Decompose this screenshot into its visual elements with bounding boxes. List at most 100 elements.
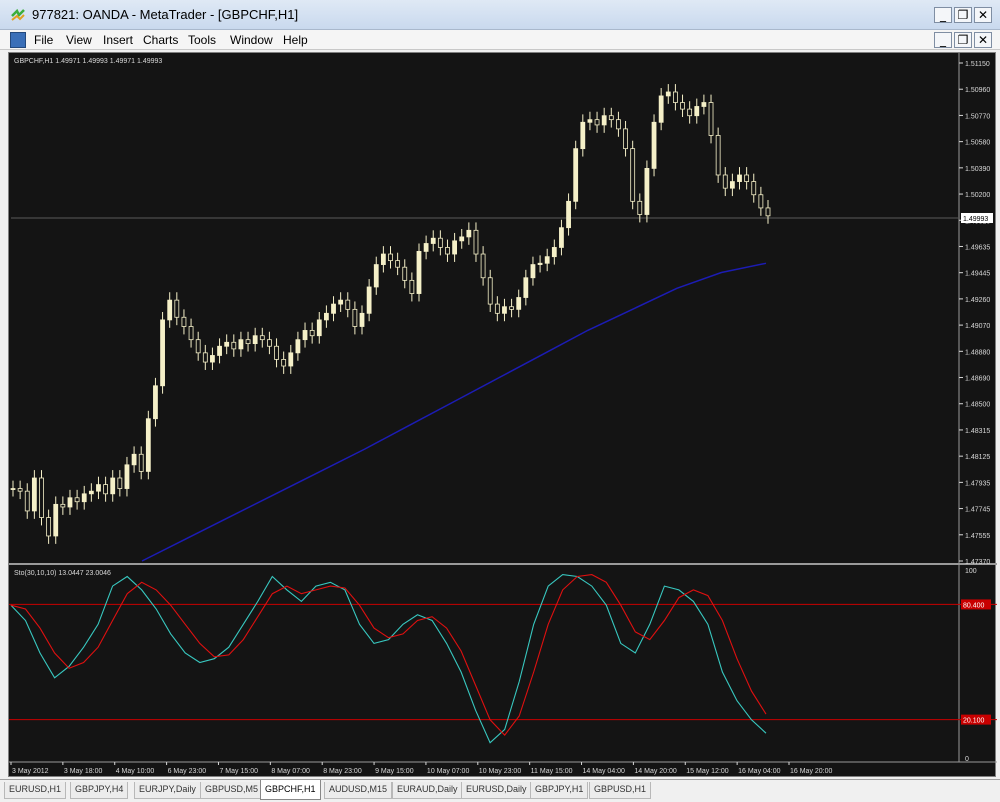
price-candle-body [665, 91, 671, 97]
price-tick-label: 1.48880 [965, 349, 990, 356]
time-tick-label: 16 May 04:00 [738, 768, 781, 775]
menu-view[interactable]: View [66, 33, 92, 47]
chart-window[interactable]: 1.51150 1.50960 1.50770 1.50580 1.50390 1.502… [8, 52, 997, 778]
price-candle-body [388, 253, 393, 262]
price-candle-body [480, 253, 486, 279]
price-candle-body [238, 339, 244, 350]
price-candle-body [210, 355, 215, 363]
price-candle-body [46, 517, 52, 537]
price-chart-svg[interactable]: 1.51150 1.50960 1.50770 1.50580 1.50390 1.502… [9, 53, 997, 778]
price-candle-body [658, 95, 664, 123]
close-button[interactable]: ✕ [974, 7, 992, 23]
price-candle-body [323, 312, 329, 321]
price-candle-body [409, 279, 415, 294]
child-minimize-button[interactable]: _ [934, 32, 952, 48]
price-candle-body [608, 115, 614, 121]
price-candle-body [39, 477, 44, 518]
menu-window[interactable]: Window [230, 33, 273, 47]
price-candle-body [594, 119, 600, 126]
price-candle-body [74, 497, 80, 503]
tab-gbpusd-h1[interactable]: GBPUSD,H1 [589, 782, 652, 799]
price-candle-body [445, 247, 450, 255]
tab-gbpchf-h1[interactable]: GBPCHF,H1 [260, 780, 321, 800]
price-candle-body [53, 503, 59, 537]
price-candle-body [288, 352, 294, 367]
price-candle-body [637, 200, 643, 215]
menu-file[interactable]: File [34, 33, 53, 47]
time-tick-label: 9 May 15:00 [375, 768, 414, 775]
stochastic-tick-0: 0 [965, 756, 969, 763]
time-tick-label: 4 May 10:00 [116, 768, 155, 775]
tab-gbpjpy-h4[interactable]: GBPJPY,H4 [70, 782, 129, 799]
price-candle-body [644, 167, 650, 215]
price-candle-body [153, 385, 158, 420]
price-candle-body [24, 490, 30, 512]
tab-gbpjpy-h1[interactable]: GBPJPY,H1 [530, 782, 589, 799]
minimize-button[interactable]: _ [934, 7, 952, 23]
menu-bar: File View Insert Charts Tools Window Hel… [0, 30, 1000, 50]
tab-audusd-m15[interactable]: AUDUSD,M15 [324, 782, 393, 799]
price-candle-body [88, 490, 94, 495]
price-candle-body [616, 119, 621, 130]
price-candle-body [701, 102, 707, 107]
price-candle-body [138, 453, 144, 472]
price-candle-body [537, 262, 543, 265]
stochastic-level-label: 80.400 [963, 602, 985, 609]
price-candle-body [395, 260, 401, 268]
price-candle-body [459, 236, 465, 242]
price-tick-label: 1.47370 [965, 559, 990, 566]
price-candle-body [651, 121, 657, 169]
price-candle-body [509, 306, 514, 310]
price-candle-body [694, 106, 700, 117]
price-candle-body [473, 229, 479, 255]
price-candle-body [559, 227, 564, 248]
price-candle-body [623, 128, 628, 150]
price-candle-body [573, 148, 579, 202]
price-candle-body [487, 277, 493, 305]
time-tick-label: 3 May 18:00 [64, 768, 103, 775]
price-candle-body [687, 108, 693, 117]
child-close-button[interactable]: ✕ [974, 32, 992, 48]
price-tick-label: 1.50580 [965, 140, 990, 147]
tab-gbpusd-m5[interactable]: GBPUSD,M5 [200, 782, 264, 799]
restore-button[interactable]: ❐ [954, 7, 972, 23]
tab-eurusd-h1[interactable]: EURUSD,H1 [4, 782, 67, 799]
price-candle-body [316, 319, 322, 337]
price-candle-body [423, 243, 429, 252]
price-candle-body [81, 493, 87, 503]
price-candle-body [302, 330, 308, 341]
price-candle-body [174, 299, 180, 318]
time-tick-label: 10 May 07:00 [427, 768, 470, 775]
price-tick-label: 1.48125 [965, 454, 990, 461]
price-tick-label: 1.47935 [965, 480, 990, 487]
price-candle-body [680, 102, 685, 110]
menu-charts[interactable]: Charts [143, 33, 178, 47]
price-candle-body [744, 174, 750, 182]
price-tick-label: 1.51150 [965, 61, 990, 68]
menu-tools[interactable]: Tools [188, 33, 216, 47]
price-candle-body [466, 229, 472, 238]
price-candle-body [758, 194, 764, 209]
chart-document-icon[interactable] [10, 32, 26, 48]
price-tick-label: 1.49260 [965, 297, 990, 304]
chart-symbol-label: GBPCHF,H1 1.49971 1.49993 1.49971 1.4999… [14, 58, 162, 65]
stochastic-label: Sto(30,10,10) 13.0447 23.0046 [14, 570, 111, 577]
price-candle-body [17, 488, 23, 492]
tab-eurusd-daily[interactable]: EURUSD,Daily [461, 782, 532, 799]
metatrader-window: 977821: OANDA - MetaTrader - [GBPCHF,H1]… [0, 0, 1000, 802]
menu-help[interactable]: Help [283, 33, 308, 47]
tab-euraud-daily[interactable]: EURAUD,Daily [392, 782, 463, 799]
price-candle-body [231, 341, 237, 350]
price-candle-body [331, 303, 336, 314]
child-restore-button[interactable]: ❐ [954, 32, 972, 48]
time-tick-label: 15 May 12:00 [686, 768, 729, 775]
time-tick-label: 8 May 23:00 [323, 768, 362, 775]
title-bar[interactable]: 977821: OANDA - MetaTrader - [GBPCHF,H1]… [0, 0, 1000, 30]
price-candle-body [217, 345, 222, 356]
tab-eurjpy-daily[interactable]: EURJPY,Daily [134, 782, 201, 799]
menu-insert[interactable]: Insert [103, 33, 133, 47]
time-tick-label: 14 May 20:00 [634, 768, 677, 775]
price-candle-body [103, 484, 108, 495]
price-candle-body [530, 264, 536, 279]
price-candle-body [338, 299, 344, 305]
